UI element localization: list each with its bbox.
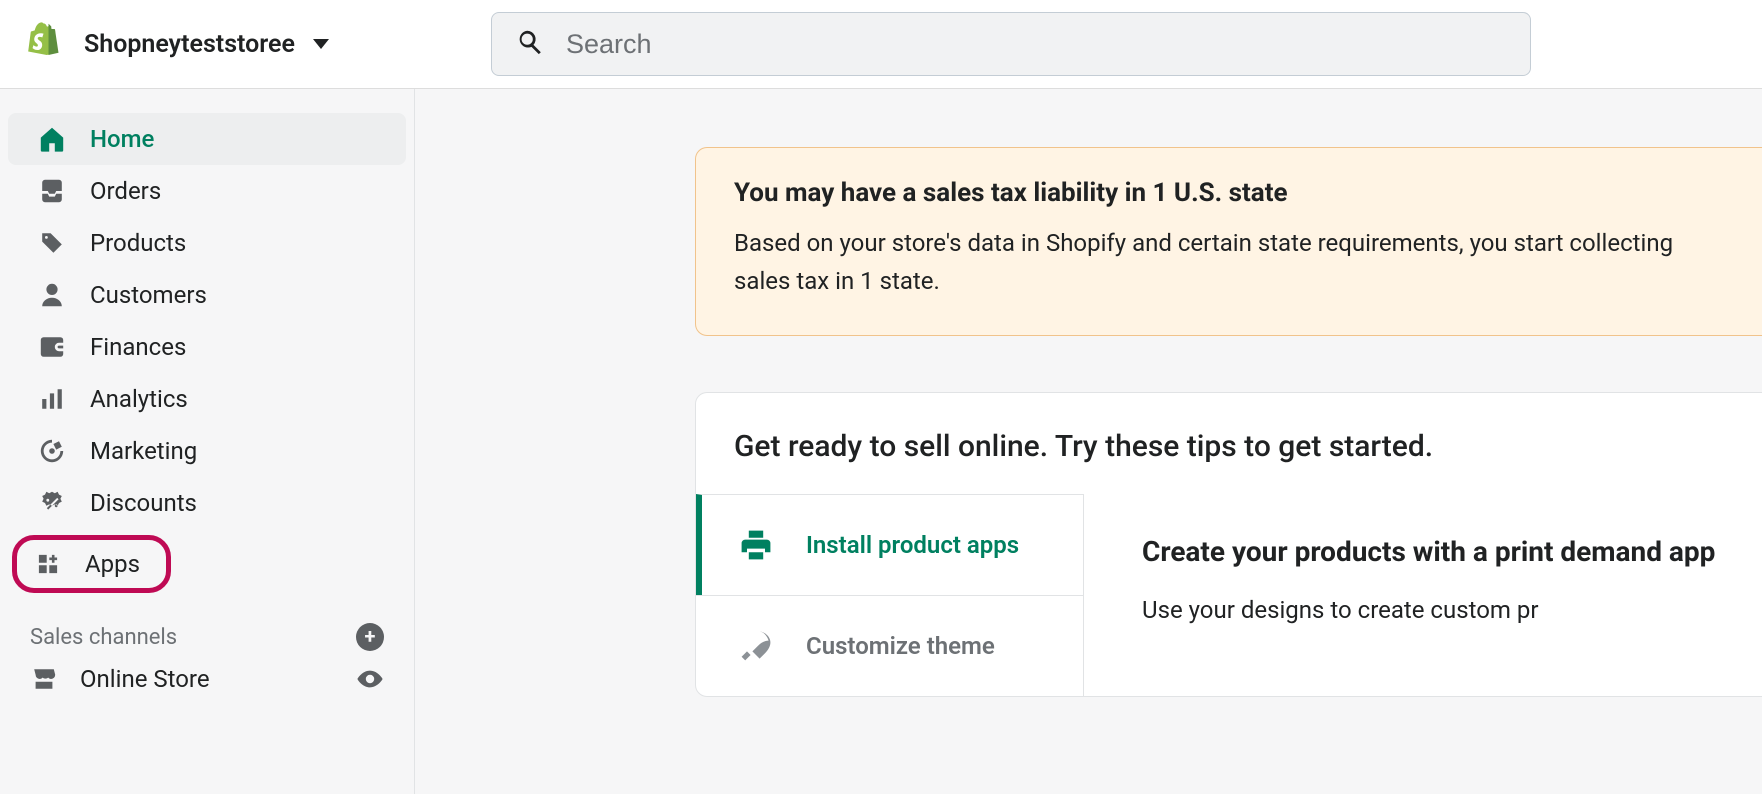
- apps-grid-add-icon: [35, 551, 61, 577]
- banner-body: Based on your store's data in Shopify an…: [734, 224, 1724, 301]
- search-icon: [516, 28, 544, 60]
- sidebar-item-apps[interactable]: Apps: [12, 535, 171, 593]
- sidebar-item-orders[interactable]: Orders: [8, 165, 406, 217]
- sidebar: Home Orders Products Customers Finances: [0, 89, 415, 794]
- top-bar: Shopneyteststoree: [0, 0, 1762, 89]
- sidebar-item-analytics[interactable]: Analytics: [8, 373, 406, 425]
- store-selector[interactable]: Shopneyteststoree: [22, 20, 339, 68]
- search-field[interactable]: [491, 12, 1531, 76]
- sidebar-item-label: Products: [90, 229, 186, 257]
- banner-title: You may have a sales tax liability in 1 …: [734, 178, 1724, 208]
- inbox-icon: [38, 177, 66, 205]
- sidebar-item-label: Orders: [90, 177, 161, 205]
- sidebar-item-label: Analytics: [90, 385, 188, 413]
- search-input[interactable]: [566, 29, 1506, 60]
- tip-detail: Create your products with a print demand…: [1084, 494, 1762, 696]
- tip-detail-title: Create your products with a print demand…: [1142, 530, 1762, 573]
- tip-label: Customize theme: [806, 632, 995, 660]
- tips-list: Install product apps Customize theme: [696, 494, 1084, 696]
- home-icon: [38, 125, 66, 153]
- sidebar-item-marketing[interactable]: Marketing: [8, 425, 406, 477]
- sidebar-item-home[interactable]: Home: [8, 113, 406, 165]
- onboarding-card: Get ready to sell online. Try these tips…: [695, 392, 1762, 697]
- sales-channels-header: Sales channels: [0, 595, 414, 659]
- sidebar-item-discounts[interactable]: Discounts: [8, 477, 406, 529]
- view-store-button[interactable]: [356, 665, 384, 693]
- percent-badge-icon: [38, 489, 66, 517]
- bar-chart-icon: [38, 385, 66, 413]
- card-header: Get ready to sell online. Try these tips…: [696, 393, 1762, 494]
- person-icon: [38, 281, 66, 309]
- sidebar-item-label: Discounts: [90, 489, 197, 517]
- target-icon: [38, 437, 66, 465]
- main-content: You may have a sales tax liability in 1 …: [415, 89, 1762, 794]
- tip-install-apps[interactable]: Install product apps: [696, 494, 1083, 595]
- shopify-logo-icon: [22, 20, 62, 68]
- add-channel-button[interactable]: [356, 623, 384, 651]
- sidebar-item-finances[interactable]: Finances: [8, 321, 406, 373]
- sidebar-item-label: Apps: [85, 550, 140, 578]
- tax-warning-banner: You may have a sales tax liability in 1 …: [695, 147, 1762, 336]
- store-name: Shopneyteststoree: [84, 30, 295, 59]
- channel-label: Online Store: [80, 665, 210, 693]
- section-title: Sales channels: [30, 625, 177, 650]
- sidebar-item-label: Customers: [90, 281, 207, 309]
- channel-online-store[interactable]: Online Store: [0, 659, 414, 699]
- printer-icon: [738, 527, 774, 563]
- caret-down-icon: [313, 39, 329, 49]
- wallet-icon: [38, 333, 66, 361]
- sidebar-item-label: Finances: [90, 333, 186, 361]
- tip-detail-desc: Use your designs to create custom pr: [1142, 591, 1762, 629]
- tag-icon: [38, 229, 66, 257]
- sidebar-item-label: Marketing: [90, 437, 197, 465]
- rocket-icon: [738, 628, 774, 664]
- tip-label: Install product apps: [806, 531, 1019, 559]
- sidebar-item-label: Home: [90, 125, 154, 153]
- tip-customize-theme[interactable]: Customize theme: [696, 595, 1083, 696]
- sidebar-item-products[interactable]: Products: [8, 217, 406, 269]
- sidebar-item-customers[interactable]: Customers: [8, 269, 406, 321]
- search-wrap: [373, 12, 1740, 76]
- storefront-icon: [30, 665, 58, 693]
